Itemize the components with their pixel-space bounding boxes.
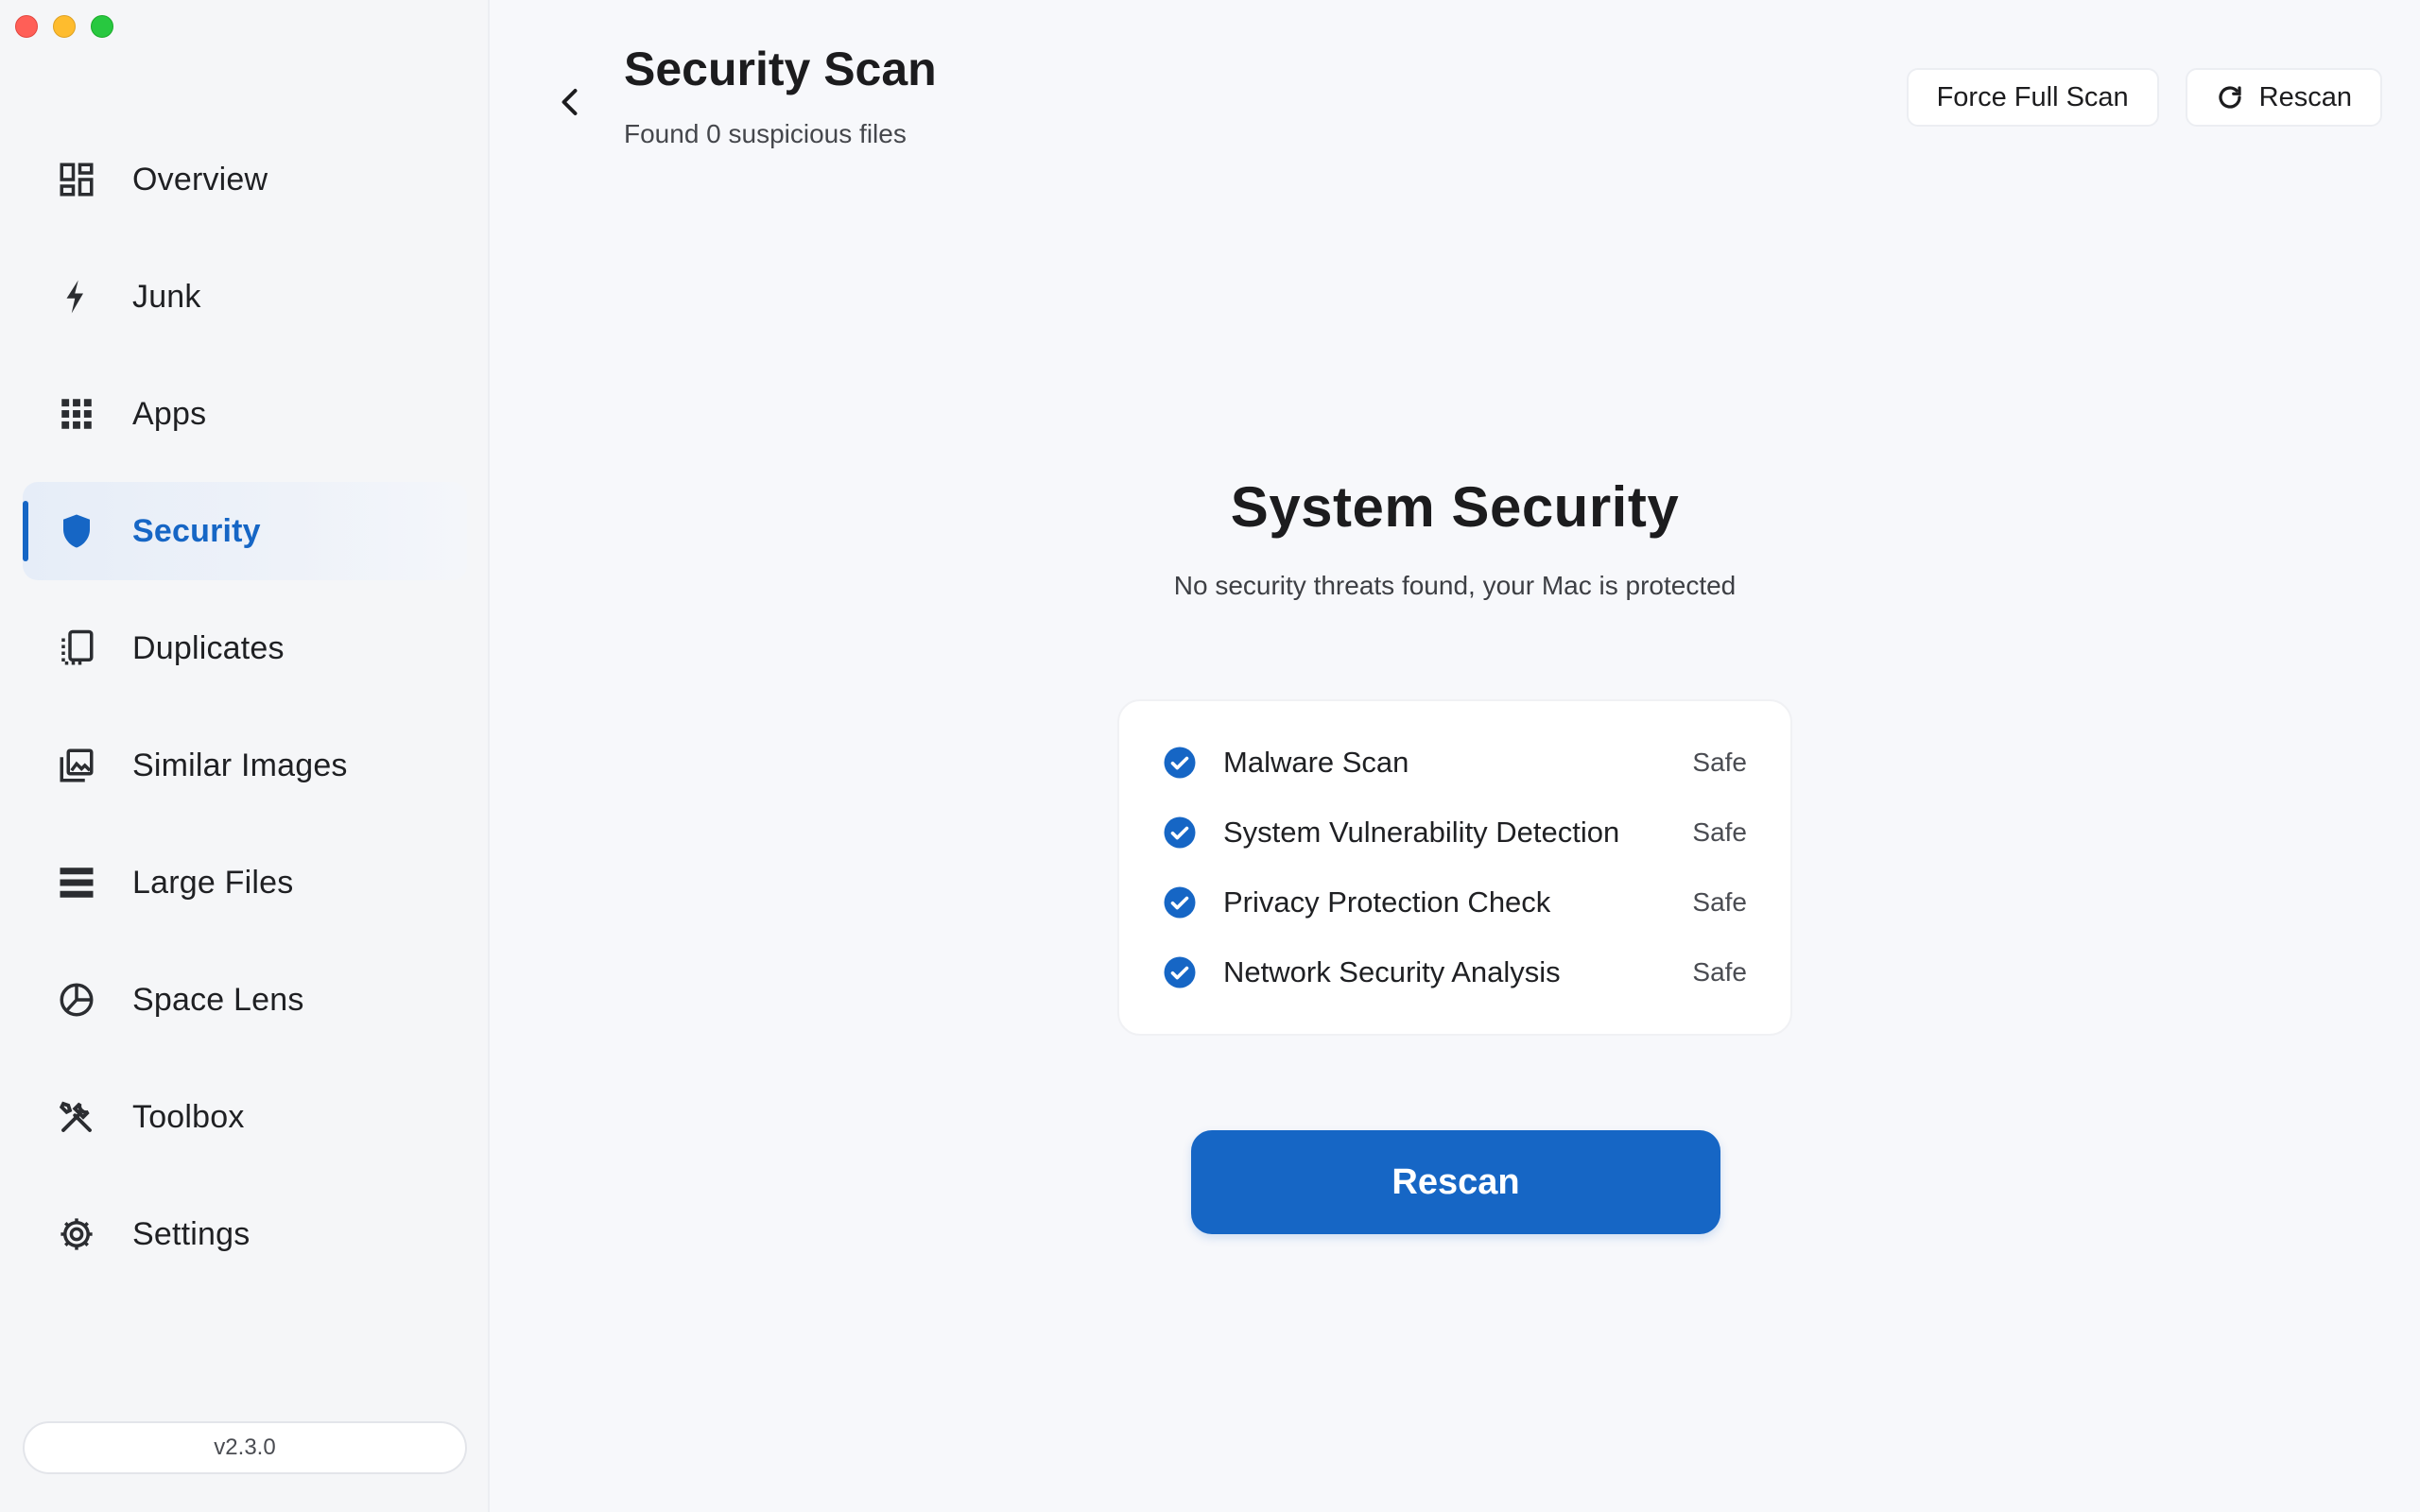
check-status: Safe <box>1692 747 1747 777</box>
checkmark-circle-icon <box>1164 956 1196 988</box>
sidebar-item-duplicates[interactable]: Duplicates <box>23 599 467 697</box>
duplicates-icon <box>55 627 98 670</box>
sidebar-nav: Overview Junk Apps Security Duplicates S… <box>23 130 467 1302</box>
main-content: Security Scan Found 0 suspicious files F… <box>490 0 2420 1512</box>
checkmark-circle-icon <box>1164 747 1196 779</box>
sidebar-item-label: Junk <box>132 278 201 315</box>
window-controls <box>15 15 113 38</box>
check-label: System Vulnerability Detection <box>1223 816 1620 849</box>
sidebar-item-apps[interactable]: Apps <box>23 365 467 463</box>
close-window-button[interactable] <box>15 15 38 38</box>
sidebar-item-label: Settings <box>132 1215 251 1252</box>
sidebar-item-security[interactable]: Security <box>23 482 467 580</box>
force-full-scan-label: Force Full Scan <box>1936 81 2129 112</box>
check-status: Safe <box>1692 887 1747 917</box>
pie-chart-icon <box>55 978 98 1022</box>
chevron-left-icon <box>562 89 578 115</box>
sidebar-item-similar-images[interactable]: Similar Images <box>23 716 467 815</box>
check-row: Privacy Protection Check Safe <box>1163 868 1747 937</box>
rescan-header-button[interactable]: Rescan <box>2185 68 2382 127</box>
minimize-window-button[interactable] <box>53 15 76 38</box>
sidebar-item-overview[interactable]: Overview <box>23 130 467 229</box>
check-row: Network Security Analysis Safe <box>1163 937 1747 1007</box>
page-title: Security Scan <box>624 43 937 95</box>
sidebar-item-large-files[interactable]: Large Files <box>23 833 467 932</box>
check-label: Malware Scan <box>1223 746 1409 779</box>
status-title: System Security <box>1230 475 1680 539</box>
version-badge: v2.3.0 <box>23 1421 467 1474</box>
check-label: Privacy Protection Check <box>1223 885 1551 919</box>
check-row: System Vulnerability Detection Safe <box>1163 798 1747 868</box>
sidebar-item-label: Apps <box>132 395 207 432</box>
check-status: Safe <box>1692 957 1747 987</box>
force-full-scan-button[interactable]: Force Full Scan <box>1906 68 2159 127</box>
refresh-icon <box>2219 86 2241 109</box>
sidebar-item-junk[interactable]: Junk <box>23 248 467 346</box>
rescan-button[interactable]: Rescan <box>1191 1130 1720 1234</box>
checkmark-circle-icon <box>1164 816 1196 849</box>
sidebar-item-settings[interactable]: Settings <box>23 1185 467 1283</box>
overview-icon <box>55 158 98 201</box>
sidebar-item-space-lens[interactable]: Space Lens <box>23 951 467 1049</box>
toolbox-icon <box>55 1095 98 1139</box>
back-button[interactable] <box>543 74 599 130</box>
sidebar-item-label: Security <box>132 512 261 549</box>
sidebar-item-label: Large Files <box>132 864 294 901</box>
check-row: Malware Scan Safe <box>1163 728 1747 798</box>
lightning-icon <box>55 275 98 318</box>
security-checks-card: Malware Scan Safe System Vulnerability D… <box>1117 699 1792 1036</box>
sidebar: Overview Junk Apps Security Duplicates S… <box>0 0 490 1512</box>
sidebar-item-label: Toolbox <box>132 1098 245 1135</box>
rescan-header-label: Rescan <box>2258 81 2352 112</box>
checkmark-circle-icon <box>1164 886 1196 919</box>
header-actions: Force Full Scan Rescan <box>1906 68 2382 127</box>
app-window: Overview Junk Apps Security Duplicates S… <box>0 0 2420 1512</box>
status-subtitle: No security threats found, your Mac is p… <box>1173 571 1737 600</box>
sidebar-item-label: Duplicates <box>132 629 285 666</box>
sidebar-item-label: Similar Images <box>132 747 348 783</box>
check-label: Network Security Analysis <box>1223 955 1561 988</box>
shield-icon <box>55 509 98 553</box>
large-files-icon <box>55 861 98 904</box>
check-status: Safe <box>1692 817 1747 847</box>
gear-icon <box>55 1212 98 1256</box>
sidebar-item-label: Overview <box>132 161 268 198</box>
apps-grid-icon <box>55 392 98 436</box>
sidebar-item-toolbox[interactable]: Toolbox <box>23 1068 467 1166</box>
page-subtitle: Found 0 suspicious files <box>624 119 907 148</box>
images-icon <box>55 744 98 787</box>
zoom-window-button[interactable] <box>91 15 113 38</box>
rescan-button-label: Rescan <box>1392 1161 1520 1202</box>
sidebar-item-label: Space Lens <box>132 981 304 1018</box>
